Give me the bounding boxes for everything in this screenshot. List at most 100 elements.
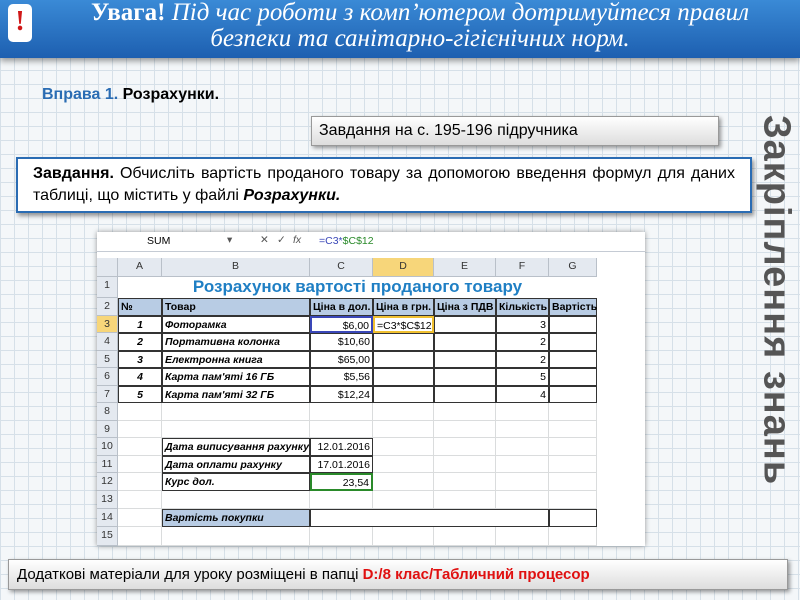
row-header-4[interactable]: 4 [97,333,118,351]
cell[interactable] [549,473,597,491]
cell[interactable] [434,438,496,456]
info-label[interactable]: Дата виписування рахунку [162,438,310,456]
table-cell[interactable]: $65,00 [310,351,373,368]
cell[interactable] [118,403,162,421]
cell[interactable] [118,491,162,509]
table-cell[interactable]: 1 [118,316,162,333]
cell[interactable] [118,527,162,546]
table-cell[interactable]: 4 [496,386,549,403]
table-cell[interactable]: $6,00 [310,316,373,333]
table-cell[interactable] [373,333,434,351]
formula-input[interactable]: =C3*$C$12 [319,235,374,247]
cell[interactable] [373,438,434,456]
info-value[interactable]: 17.01.2016 [310,456,373,473]
row-header-6[interactable]: 6 [97,368,118,386]
row-header-7[interactable]: 7 [97,386,118,403]
info-label[interactable]: Дата оплати рахунку [162,456,310,473]
table-cell[interactable] [549,316,597,333]
cell[interactable] [434,473,496,491]
table-cell[interactable] [434,333,496,351]
table-header[interactable]: Кількість [496,298,549,316]
table-cell[interactable]: $5,56 [310,368,373,386]
enter-icon[interactable]: ✓ [277,234,286,246]
table-cell[interactable]: Електронна книга [162,351,310,368]
table-cell[interactable]: 2 [118,333,162,351]
table-cell[interactable] [434,386,496,403]
table-cell[interactable] [434,368,496,386]
cell[interactable] [549,456,597,473]
table-cell[interactable]: Карта пам'яті 32 ГБ [162,386,310,403]
cancel-icon[interactable]: ✕ [260,234,269,246]
name-box[interactable]: SUM [147,235,170,247]
cell[interactable] [434,403,496,421]
table-header[interactable]: Ціна з ПДВ [434,298,496,316]
table-cell[interactable]: Фоторамка [162,316,310,333]
select-all-corner[interactable] [97,258,118,277]
table-header[interactable]: Товар [162,298,310,316]
cell[interactable] [162,491,310,509]
table-cell[interactable] [549,351,597,368]
row-header-12[interactable]: 12 [97,473,118,491]
table-header[interactable]: Ціна в грн. [373,298,434,316]
cell[interactable] [310,527,373,546]
table-cell[interactable]: 3 [118,351,162,368]
cell[interactable] [496,527,549,546]
table-cell[interactable]: Портативна колонка [162,333,310,351]
cell[interactable] [118,421,162,438]
cell[interactable] [118,473,162,491]
table-cell[interactable] [373,368,434,386]
column-header-C[interactable]: C [310,258,373,277]
row-header-8[interactable]: 8 [97,403,118,421]
table-cell[interactable] [434,316,496,333]
table-cell[interactable]: Карта пам'яті 16 ГБ [162,368,310,386]
row-header-11[interactable]: 11 [97,456,118,473]
column-header-B[interactable]: B [162,258,310,277]
cell[interactable] [373,473,434,491]
row-header-9[interactable]: 9 [97,421,118,438]
table-cell[interactable]: 5 [118,386,162,403]
cell[interactable] [373,527,434,546]
row-header-3[interactable]: 3 [97,316,118,333]
row-header-15[interactable]: 15 [97,527,118,546]
table-cell[interactable]: 2 [496,351,549,368]
table-cell[interactable] [549,368,597,386]
table-cell[interactable]: 2 [496,333,549,351]
table-cell[interactable]: $12,24 [310,386,373,403]
row-header-2[interactable]: 2 [97,298,118,316]
cell[interactable] [549,527,597,546]
cell[interactable] [310,421,373,438]
cell[interactable] [118,438,162,456]
column-header-E[interactable]: E [434,258,496,277]
cell[interactable] [118,509,162,527]
info-label[interactable]: Курс дол. [162,473,310,491]
table-cell[interactable]: 3 [496,316,549,333]
cell[interactable] [373,403,434,421]
row-header-14[interactable]: 14 [97,509,118,527]
info-value[interactable]: 23,54 [310,473,373,491]
column-header-A[interactable]: A [118,258,162,277]
cell[interactable] [434,421,496,438]
row-header-5[interactable]: 5 [97,351,118,368]
dropdown-icon[interactable]: ▾ [227,234,232,246]
info-value[interactable]: 12.01.2016 [310,438,373,456]
cell[interactable] [496,421,549,438]
column-header-D[interactable]: D [373,258,434,277]
cell[interactable] [549,403,597,421]
cell[interactable] [496,473,549,491]
table-cell[interactable]: 4 [118,368,162,386]
table-cell[interactable] [549,333,597,351]
cell[interactable] [549,491,597,509]
column-header-F[interactable]: F [496,258,549,277]
total-label[interactable]: Вартість покупки [162,509,310,527]
cell[interactable] [496,403,549,421]
cell[interactable] [496,491,549,509]
table-cell[interactable] [549,386,597,403]
cell[interactable] [549,438,597,456]
column-header-G[interactable]: G [549,258,597,277]
table-cell[interactable] [373,351,434,368]
row-header-10[interactable]: 10 [97,438,118,456]
table-cell[interactable]: $10,60 [310,333,373,351]
table-header[interactable]: № [118,298,162,316]
cell[interactable] [162,527,310,546]
cell[interactable] [373,491,434,509]
